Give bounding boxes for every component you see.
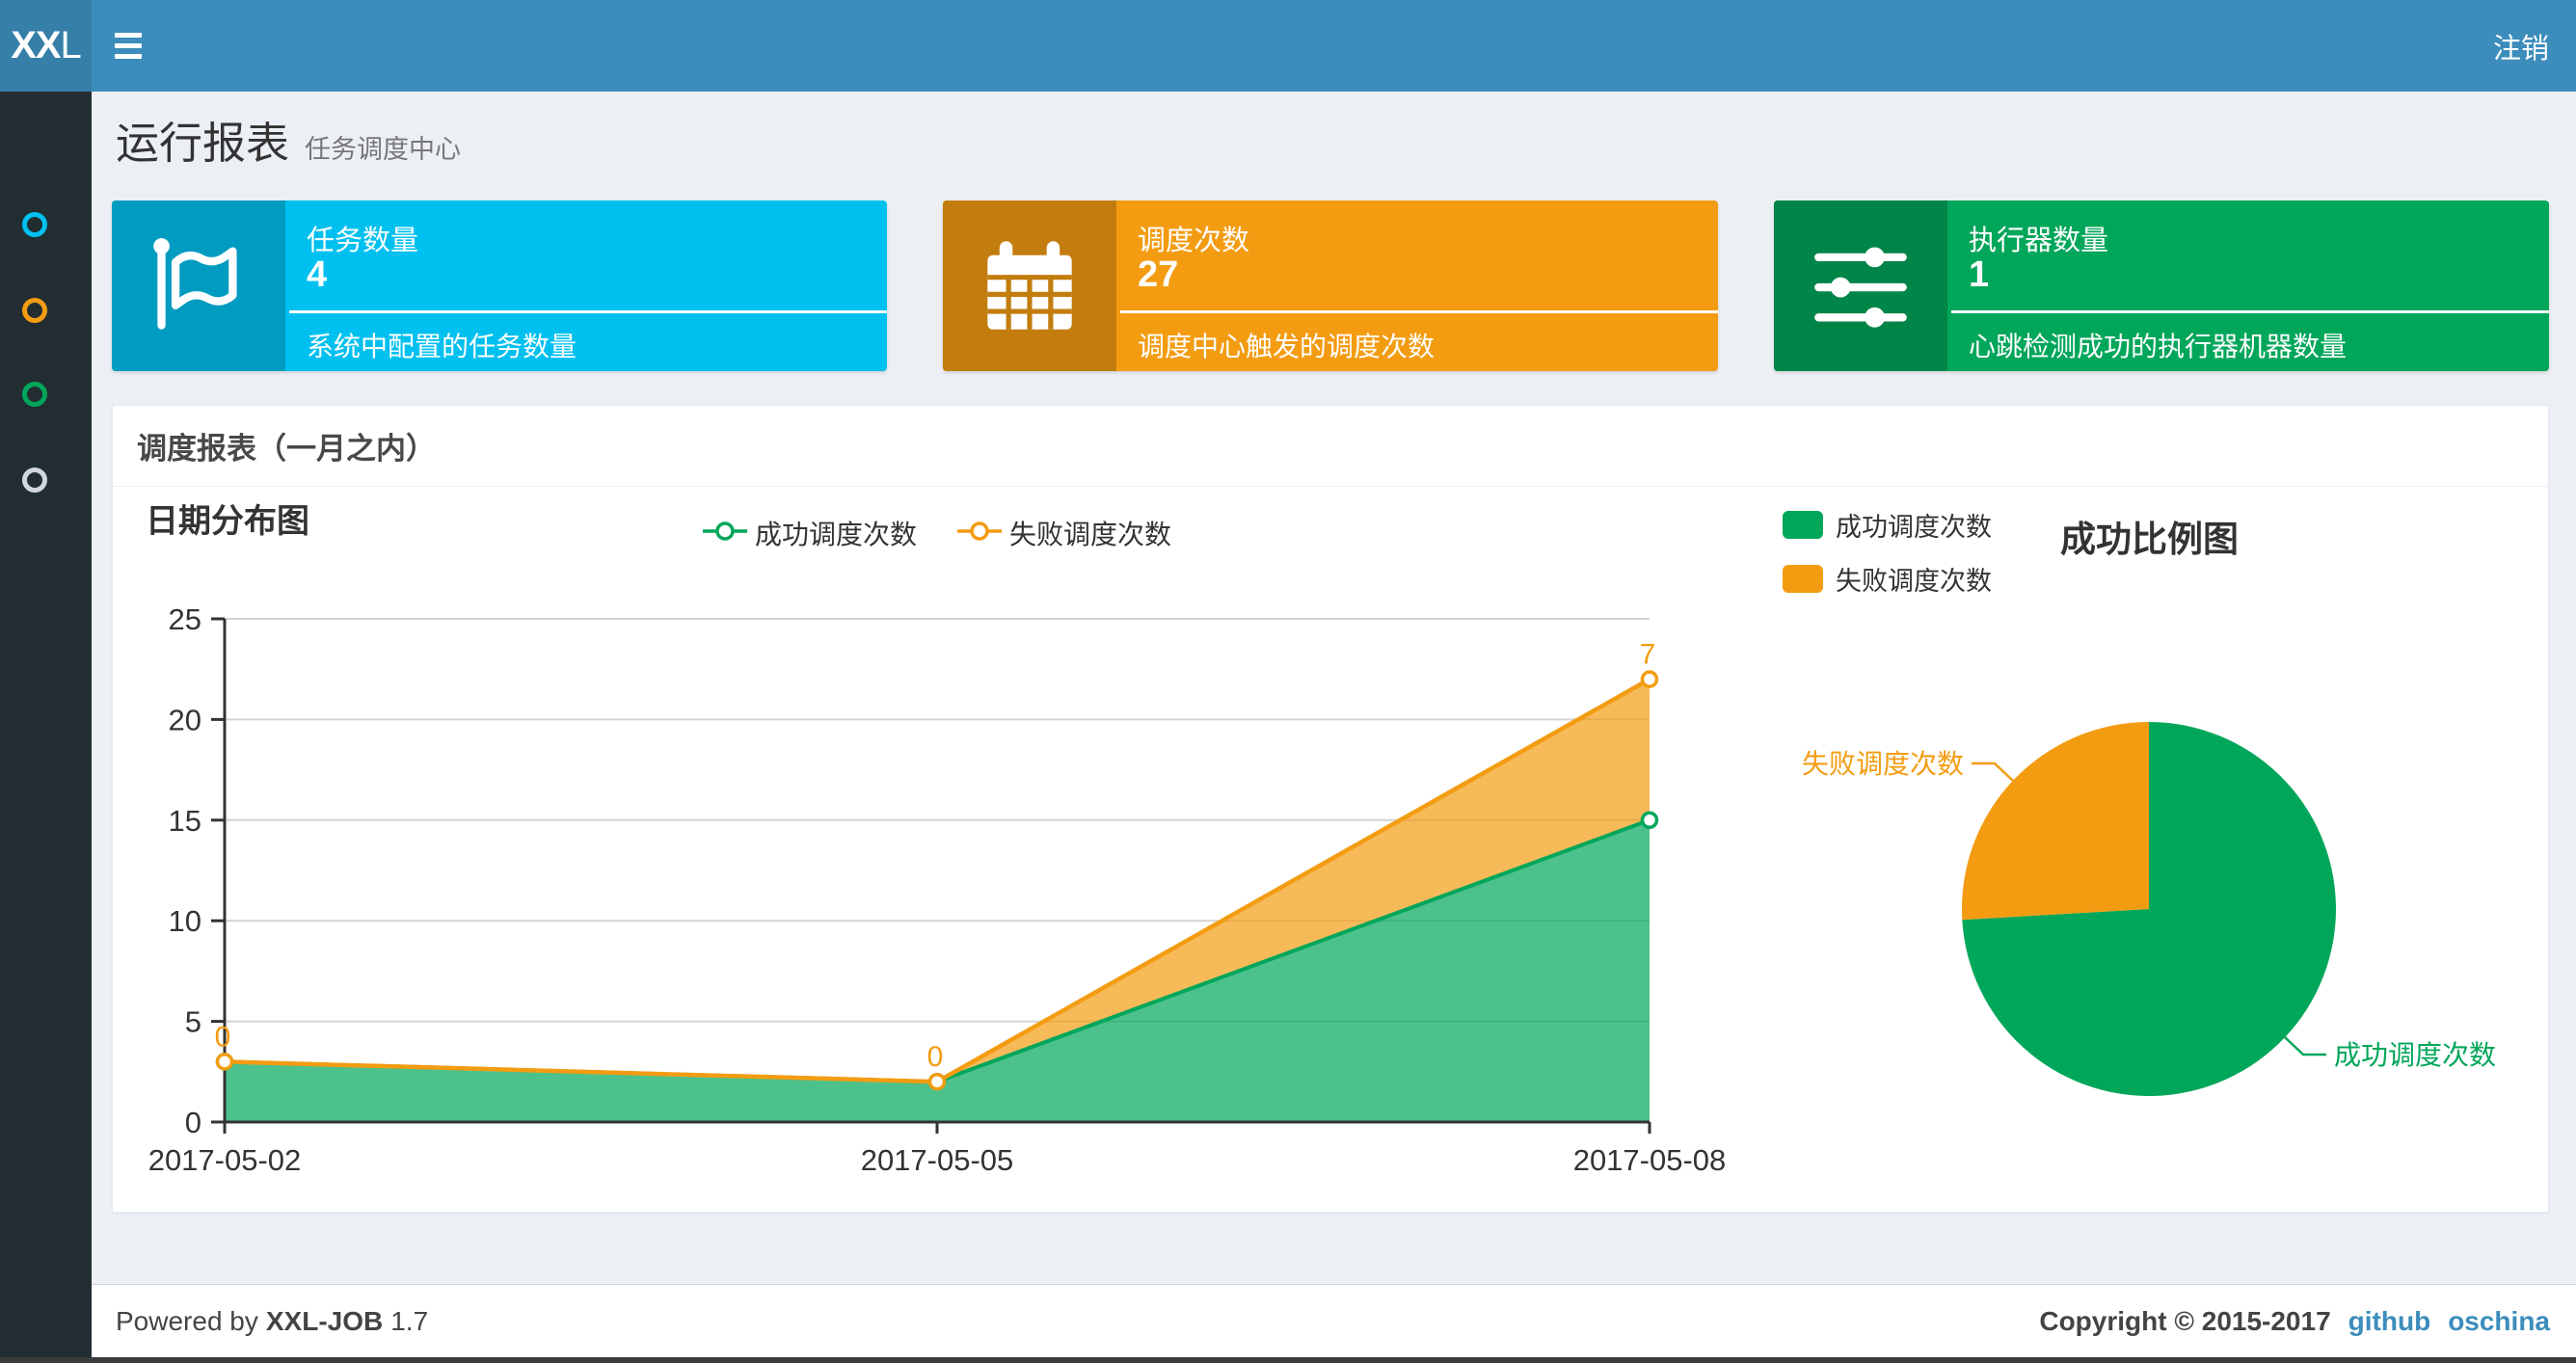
pie-chart-title: 成功比例图 xyxy=(2060,520,2239,559)
panel-header: 调度报表（一月之内） xyxy=(113,406,2548,487)
card-icon-area xyxy=(1774,200,1947,371)
svg-text:15: 15 xyxy=(169,804,201,838)
hamburger-icon xyxy=(115,54,142,59)
github-link[interactable]: github xyxy=(2348,1306,2431,1337)
card-value: 1 xyxy=(1969,254,1990,295)
panel-title: 调度报表（一月之内） xyxy=(137,432,436,466)
svg-text:2017-05-08: 2017-05-08 xyxy=(1573,1143,1727,1177)
page-subtitle: 任务调度中心 xyxy=(305,135,462,164)
sidebar-item-3[interactable] xyxy=(22,351,55,437)
line-chart-legend: 成功调度次数 失败调度次数 xyxy=(703,514,1171,552)
card-icon-area xyxy=(943,200,1116,371)
card-title: 调度次数 xyxy=(1138,226,1250,256)
line-chart-svg: 05101520252017-05-02 2017-05-05 2017-05-08… xyxy=(148,602,1727,1177)
svg-text:失败调度次数: 失败调度次数 xyxy=(1802,749,1964,779)
card-divider xyxy=(1120,310,1718,313)
legend-swatch-icon xyxy=(1783,511,1823,539)
card-value: 27 xyxy=(1138,254,1179,295)
window-bottom-edge xyxy=(0,1357,2576,1363)
oschina-link[interactable]: oschina xyxy=(2448,1306,2550,1337)
sidebar-item-1[interactable] xyxy=(22,181,55,267)
card-divider xyxy=(1951,310,2549,313)
svg-text:2017-05-05: 2017-05-05 xyxy=(861,1143,1014,1177)
card-divider xyxy=(289,310,887,313)
powered-by-text: Powered by XXL-JOB 1.7 xyxy=(116,1285,428,1358)
legend-label: 失败调度次数 xyxy=(1836,567,1992,596)
svg-text:0: 0 xyxy=(185,1106,201,1139)
page-title: 运行报表 xyxy=(116,119,290,168)
card-description: 系统中配置的任务数量 xyxy=(307,332,577,361)
line-circle-marker-icon xyxy=(957,520,1003,548)
page-header: 运行报表 任务调度中心 xyxy=(116,108,461,171)
legend-label: 成功调度次数 xyxy=(755,520,918,549)
circle-o-icon xyxy=(22,297,47,323)
card-icon-area xyxy=(112,200,285,371)
svg-text:5: 5 xyxy=(185,1005,201,1039)
card-value: 4 xyxy=(307,254,328,295)
svg-text:25: 25 xyxy=(169,602,201,636)
copyright-label: Copyright © 2015-2017 xyxy=(2039,1306,2331,1336)
card-title: 任务数量 xyxy=(307,226,419,256)
card-description: 调度中心触发的调度次数 xyxy=(1138,332,1436,361)
product-version: 1.7 xyxy=(390,1306,429,1336)
page-footer: Powered by XXL-JOB 1.7 Copyright © 2015-… xyxy=(92,1284,2576,1357)
legend-item-success[interactable]: 成功调度次数 xyxy=(703,514,917,552)
copyright-text: Copyright © 2015-2017 github oschina xyxy=(2039,1285,2550,1358)
svg-text:成功调度次数: 成功调度次数 xyxy=(2334,1040,2496,1070)
legend-swatch-icon xyxy=(1783,565,1823,593)
hamburger-icon xyxy=(115,43,142,48)
legend-item-fail[interactable]: 失败调度次数 xyxy=(957,514,1171,552)
pie-chart-svg: 成功调度次数 失败调度次数 xyxy=(1802,722,2496,1096)
circle-o-icon xyxy=(22,211,47,237)
legend-label: 失败调度次数 xyxy=(1009,520,1172,549)
pie-chart-legend: 成功调度次数 失败调度次数 xyxy=(1783,506,1992,598)
circle-o-icon xyxy=(22,381,47,407)
hamburger-icon xyxy=(115,33,142,38)
card-description: 心跳检测成功的执行器机器数量 xyxy=(1969,332,2348,361)
line-circle-marker-icon xyxy=(703,520,747,548)
legend-item-fail[interactable]: 失败调度次数 xyxy=(1783,560,1992,598)
legend-item-success[interactable]: 成功调度次数 xyxy=(1783,506,1992,544)
left-sidebar xyxy=(0,92,92,1357)
svg-text:2017-05-02: 2017-05-02 xyxy=(148,1143,302,1177)
app-logo[interactable]: XX L xyxy=(0,0,92,92)
logo-text-light: L xyxy=(60,24,82,67)
card-title: 执行器数量 xyxy=(1969,226,2109,256)
logo-text-bold: XX xyxy=(11,24,61,67)
svg-text:7: 7 xyxy=(1640,639,1656,671)
logout-link[interactable]: 注销 xyxy=(2466,0,2576,92)
line-chart-title: 日期分布图 xyxy=(146,503,309,540)
svg-text:10: 10 xyxy=(169,904,201,938)
top-navbar: XX L 注销 xyxy=(0,0,2576,92)
svg-text:20: 20 xyxy=(169,703,201,736)
svg-text:0: 0 xyxy=(927,1041,944,1073)
calendar-icon xyxy=(987,241,1072,330)
stat-card-executors: 执行器数量 1 心跳检测成功的执行器机器数量 xyxy=(1774,200,2549,371)
sidebar-toggle-button[interactable] xyxy=(92,0,165,92)
sidebar-item-2[interactable] xyxy=(22,267,55,353)
stat-card-jobs: 任务数量 4 系统中配置的任务数量 xyxy=(112,200,887,371)
stat-card-triggers: 调度次数 27 调度中心触发的调度次数 xyxy=(943,200,1718,371)
circle-o-icon xyxy=(22,467,47,493)
legend-label: 成功调度次数 xyxy=(1836,513,1992,542)
powered-prefix: Powered by xyxy=(116,1306,258,1336)
sidebar-item-4[interactable] xyxy=(22,437,55,522)
svg-text:0: 0 xyxy=(215,1021,231,1053)
product-name: XXL-JOB xyxy=(265,1306,384,1336)
sliders-icon xyxy=(1814,247,1907,328)
report-panel: 调度报表（一月之内） 日期分布图 成功调度次数 失败调度次数 0 5 10 15 20 2… xyxy=(112,405,2549,1213)
flag-icon xyxy=(153,238,237,330)
